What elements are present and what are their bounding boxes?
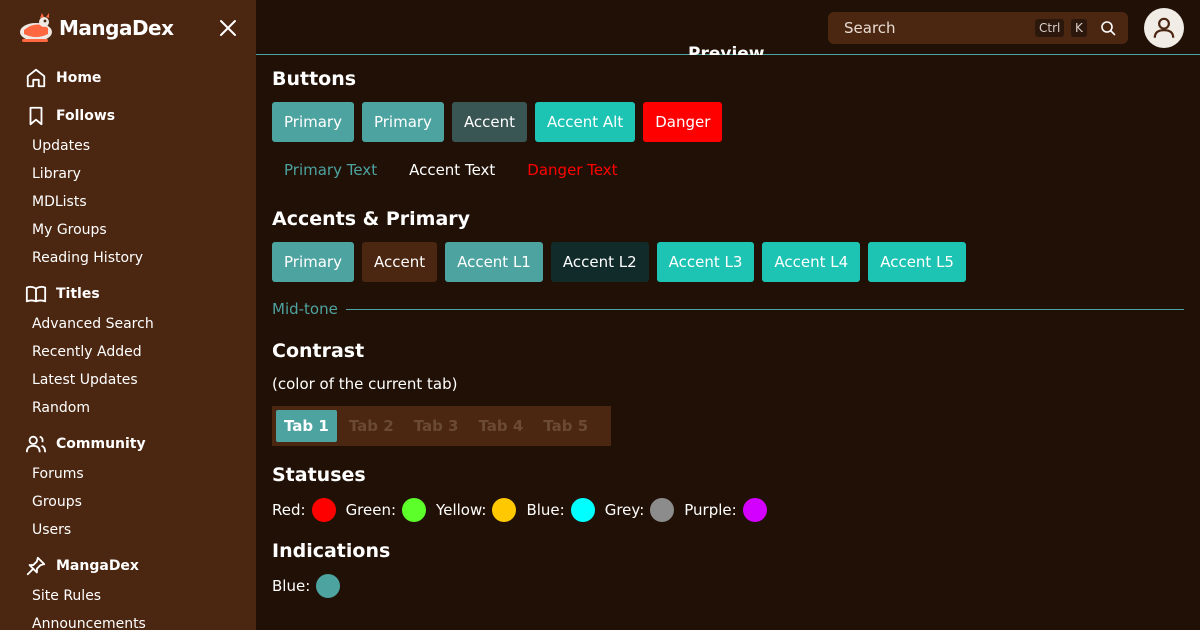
indications-row: Blue: bbox=[272, 574, 350, 598]
sidebar-item-mangadex[interactable]: MangaDex bbox=[0, 550, 256, 582]
sidebar-item-random[interactable]: Random bbox=[0, 394, 256, 422]
tab-2[interactable]: Tab 2 bbox=[341, 410, 402, 442]
sidebar-item-site-rules[interactable]: Site Rules bbox=[0, 582, 256, 610]
sidebar-item-label: Community bbox=[56, 436, 146, 452]
accents-heading: Accents & Primary bbox=[272, 208, 471, 230]
sidebar-item-my-groups[interactable]: My Groups bbox=[0, 216, 256, 244]
sidebar-item-label: Home bbox=[56, 70, 102, 86]
user-icon bbox=[1153, 17, 1175, 38]
accent-alt-button[interactable]: Accent Alt bbox=[535, 102, 636, 142]
buttons-row: Primary Primary Accent Accent Alt Danger bbox=[272, 102, 723, 142]
close-sidebar-icon[interactable] bbox=[218, 18, 238, 38]
sidebar-item-titles[interactable]: Titles bbox=[0, 278, 256, 310]
divider-line bbox=[345, 308, 1184, 310]
status-dot-blue bbox=[570, 498, 595, 522]
primary-button[interactable]: Primary bbox=[361, 102, 444, 142]
status-label: Purple: bbox=[684, 501, 737, 519]
status-label: Green: bbox=[345, 501, 397, 519]
sidebar-item-label: Titles bbox=[56, 286, 100, 302]
sidebar-item-label: Follows bbox=[56, 108, 116, 124]
statuses-heading: Statuses bbox=[272, 464, 366, 486]
sidebar-item-reading-history[interactable]: Reading History bbox=[0, 244, 256, 272]
sidebar-item-home[interactable]: Home bbox=[0, 62, 256, 94]
preview-heading-clip: Preview bbox=[256, 42, 1200, 55]
status-dot-yellow bbox=[492, 498, 517, 522]
accent-l3-button[interactable]: Accent L3 bbox=[656, 242, 755, 282]
status-dot-grey bbox=[650, 498, 675, 522]
ctrl-key-hint: Ctrl bbox=[1035, 19, 1065, 37]
contrast-subtitle: (color of the current tab) bbox=[272, 375, 458, 393]
search-placeholder: Search bbox=[844, 19, 896, 37]
statuses-row: Red: Green: Yellow: Blue: Grey: Purple: bbox=[272, 498, 777, 522]
sidebar-item-mdlists[interactable]: MDLists bbox=[0, 188, 256, 216]
mangadex-logo-icon bbox=[20, 13, 52, 42]
indications-heading: Indications bbox=[272, 540, 391, 562]
book-icon bbox=[24, 282, 48, 306]
sidebar-item-announcements[interactable]: Announcements bbox=[0, 610, 256, 630]
accent-text-button[interactable]: Accent Text bbox=[397, 150, 507, 190]
accent-swatch-button[interactable]: Accent bbox=[361, 242, 438, 282]
status-label: Red: bbox=[272, 501, 306, 519]
danger-button[interactable]: Danger bbox=[643, 102, 723, 142]
buttons-heading: Buttons bbox=[272, 68, 357, 90]
accent-button[interactable]: Accent bbox=[451, 102, 528, 142]
pin-icon bbox=[24, 554, 48, 578]
text-buttons-row: Primary Text Accent Text Danger Text bbox=[272, 150, 638, 190]
tab-4[interactable]: Tab 4 bbox=[470, 410, 531, 442]
tab-5[interactable]: Tab 5 bbox=[535, 410, 596, 442]
contrast-tabs: Tab 1 Tab 2 Tab 3 Tab 4 Tab 5 bbox=[272, 406, 611, 446]
sidebar-item-community[interactable]: Community bbox=[0, 428, 256, 460]
preview-heading: Preview bbox=[688, 44, 765, 55]
sidebar-item-updates[interactable]: Updates bbox=[0, 132, 256, 160]
primary-button[interactable]: Primary bbox=[272, 102, 354, 142]
users-icon bbox=[24, 432, 48, 456]
sidebar-item-advanced-search[interactable]: Advanced Search bbox=[0, 310, 256, 338]
home-icon bbox=[24, 66, 48, 90]
sidebar-item-library[interactable]: Library bbox=[0, 160, 256, 188]
indication-label: Blue: bbox=[272, 577, 311, 595]
accent-l2-button[interactable]: Accent L2 bbox=[550, 242, 649, 282]
sidebar-item-recently-added[interactable]: Recently Added bbox=[0, 338, 256, 366]
brand-name: MangaDex bbox=[59, 16, 174, 40]
brand[interactable]: MangaDex bbox=[18, 12, 174, 44]
bookmark-icon bbox=[24, 104, 48, 128]
indication-dot-blue bbox=[316, 574, 341, 598]
sidebar-item-users[interactable]: Users bbox=[0, 516, 256, 544]
tab-1[interactable]: Tab 1 bbox=[276, 410, 337, 442]
search-icon[interactable] bbox=[1100, 20, 1116, 36]
tab-3[interactable]: Tab 3 bbox=[406, 410, 467, 442]
search-input[interactable]: Search Ctrl K bbox=[828, 12, 1128, 44]
status-dot-green bbox=[402, 498, 427, 522]
accents-row: Primary Accent Accent L1 Accent L2 Accen… bbox=[272, 242, 966, 282]
sidebar-item-latest-updates[interactable]: Latest Updates bbox=[0, 366, 256, 394]
k-key-hint: K bbox=[1071, 19, 1087, 37]
primary-swatch-button[interactable]: Primary bbox=[272, 242, 354, 282]
sidebar-item-forums[interactable]: Forums bbox=[0, 460, 256, 488]
accent-l5-button[interactable]: Accent L5 bbox=[868, 242, 966, 282]
status-label: Yellow: bbox=[436, 501, 487, 519]
status-label: Grey: bbox=[604, 501, 645, 519]
sidebar-item-follows[interactable]: Follows bbox=[0, 100, 256, 132]
sidebar-item-groups[interactable]: Groups bbox=[0, 488, 256, 516]
sidebar-item-label: MangaDex bbox=[56, 558, 139, 574]
danger-text-button[interactable]: Danger Text bbox=[515, 150, 629, 190]
accent-l4-button[interactable]: Accent L4 bbox=[762, 242, 861, 282]
accent-l1-button[interactable]: Accent L1 bbox=[445, 242, 543, 282]
midtone-label: Mid-tone bbox=[272, 300, 338, 318]
primary-text-button[interactable]: Primary Text bbox=[272, 150, 389, 190]
status-label: Blue: bbox=[526, 501, 565, 519]
status-dot-purple bbox=[742, 498, 767, 522]
status-dot-red bbox=[311, 498, 336, 522]
sidebar: MangaDex Home Follows Updates Library MD… bbox=[0, 0, 256, 630]
contrast-heading: Contrast bbox=[272, 340, 365, 362]
midtone-divider: Mid-tone bbox=[272, 300, 1184, 318]
sidebar-nav: Home Follows Updates Library MDLists My … bbox=[0, 62, 256, 630]
